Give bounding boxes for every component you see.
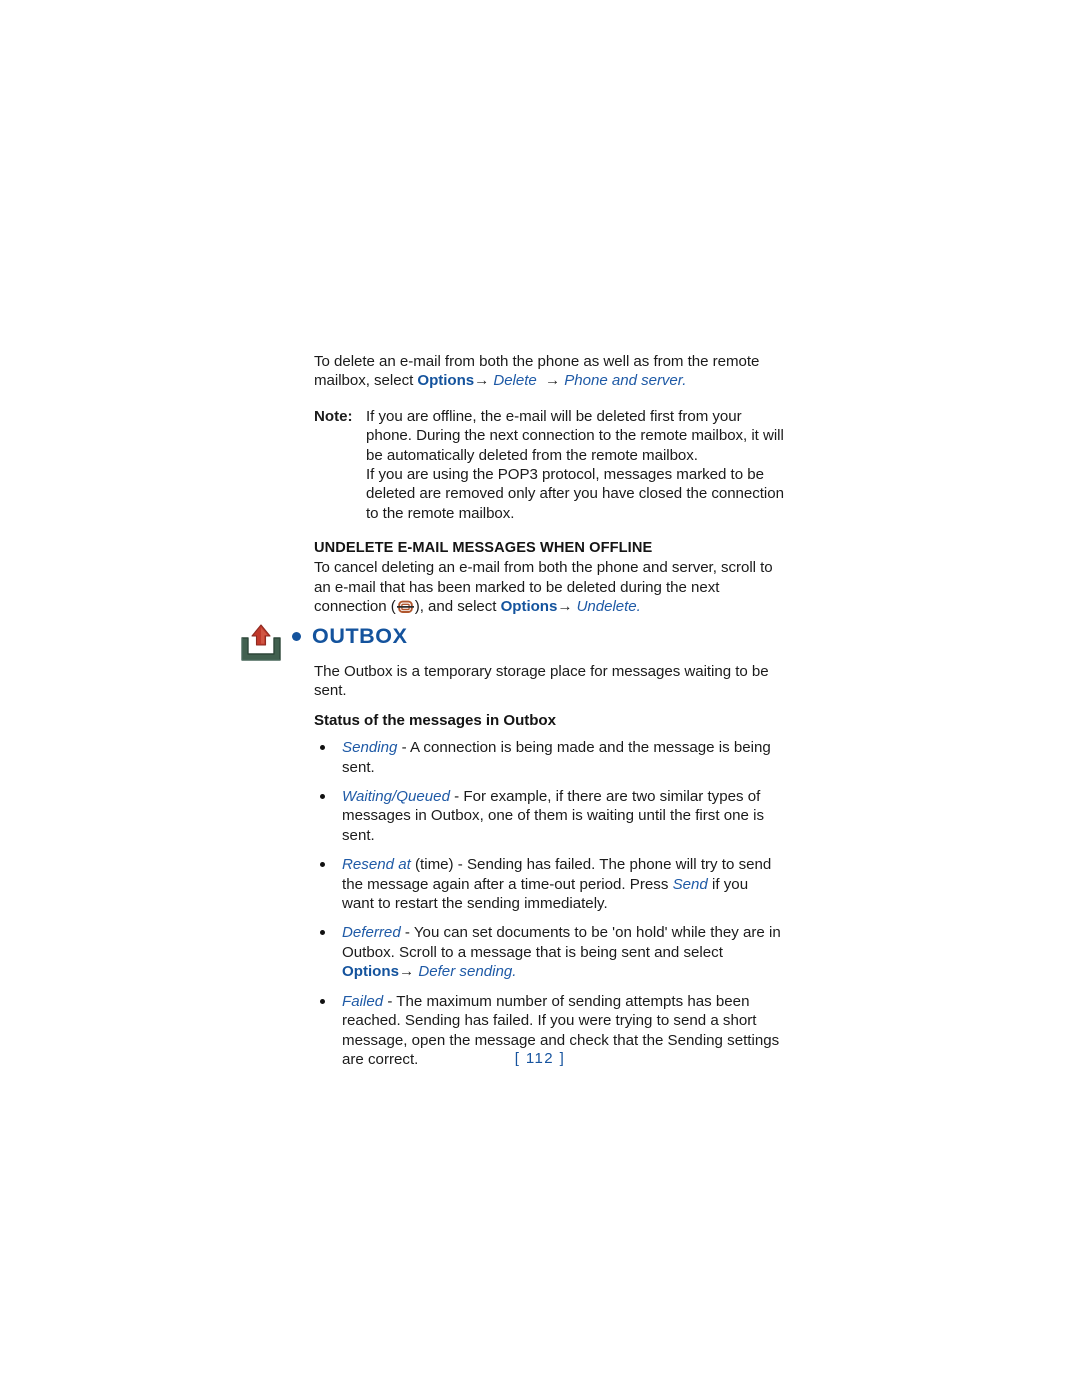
bullet-icon (320, 930, 325, 936)
note-label: Note: (314, 407, 353, 425)
undelete-heading: UNDELETE E-MAIL MESSAGES WHEN OFFLINE (314, 540, 653, 557)
outbox-content: The Outbox is a temporary storage place … (314, 662, 784, 1069)
note-paragraph-2: If you are using the POP3 protocol, mess… (366, 466, 784, 522)
document-page: To delete an e-mail from both the phone … (0, 0, 1080, 1397)
intro-text: To delete an e-mail from both the phone … (314, 353, 760, 390)
list-item: Waiting/Queued - For example, if there a… (314, 787, 784, 845)
outbox-tray-icon (236, 620, 286, 668)
heading-bullet-icon (292, 632, 301, 641)
options-menu-label: Options (417, 372, 475, 390)
note-paragraph-1: If you are offline, the e-mail will be d… (366, 407, 784, 464)
phone-and-server-label: Phone and server. (564, 372, 687, 390)
page-content: To delete an e-mail from both the phone … (314, 352, 784, 616)
status-term-waiting-queued: Waiting/Queued (342, 788, 450, 806)
note-body: If you are offline, the e-mail will be d… (366, 407, 784, 523)
arrow-2: → (545, 372, 561, 390)
outbox-status-list: Sending - A connection is being made and… (314, 738, 784, 1069)
status-term-sending: Sending (342, 739, 398, 757)
delete-menu-label: Delete (493, 372, 537, 390)
deferred-options-label: Options (342, 963, 400, 981)
undelete-arrow: → (557, 598, 573, 616)
bullet-icon (320, 745, 325, 751)
list-item: Resend at (time) - Sending has failed. T… (314, 855, 784, 913)
outbox-heading-text: OUTBOX (312, 624, 408, 648)
undelete-body-after: ), and select (414, 598, 501, 616)
defer-sending-label: Defer sending. (418, 963, 517, 981)
deleted-mail-icon (396, 600, 414, 614)
page-number: [ 112 ] (514, 1050, 566, 1067)
outbox-intro: The Outbox is a temporary storage place … (314, 663, 769, 700)
status-term-failed: Failed (342, 992, 384, 1010)
undelete-options-label: Options (500, 598, 558, 616)
status-term-deferred: Deferred (342, 924, 401, 942)
send-command-label: Send (672, 875, 708, 893)
outbox-section-heading: OUTBOX (292, 624, 408, 649)
status-term-resend-at: Resend at (342, 856, 411, 874)
deferred-arrow: → (399, 963, 415, 981)
status-text-sending: - A connection is being made and the mes… (342, 739, 771, 776)
list-item: Deferred - You can set documents to be '… (314, 923, 784, 981)
bullet-icon (320, 998, 325, 1004)
note-block: Note: If you are offline, the e-mail wil… (314, 407, 784, 523)
bullet-icon (320, 794, 325, 800)
undelete-command-label: Undelete. (576, 598, 641, 616)
outbox-status-heading: Status of the messages in Outbox (314, 711, 556, 729)
list-item: Sending - A connection is being made and… (314, 738, 784, 777)
intro-paragraph: To delete an e-mail from both the phone … (314, 352, 784, 391)
undelete-body: To cancel deleting an e-mail from both t… (314, 558, 784, 616)
arrow-1: → (474, 372, 490, 390)
status-text-deferred-1: - You can set documents to be 'on hold' … (342, 924, 781, 961)
bullet-icon (320, 862, 325, 868)
